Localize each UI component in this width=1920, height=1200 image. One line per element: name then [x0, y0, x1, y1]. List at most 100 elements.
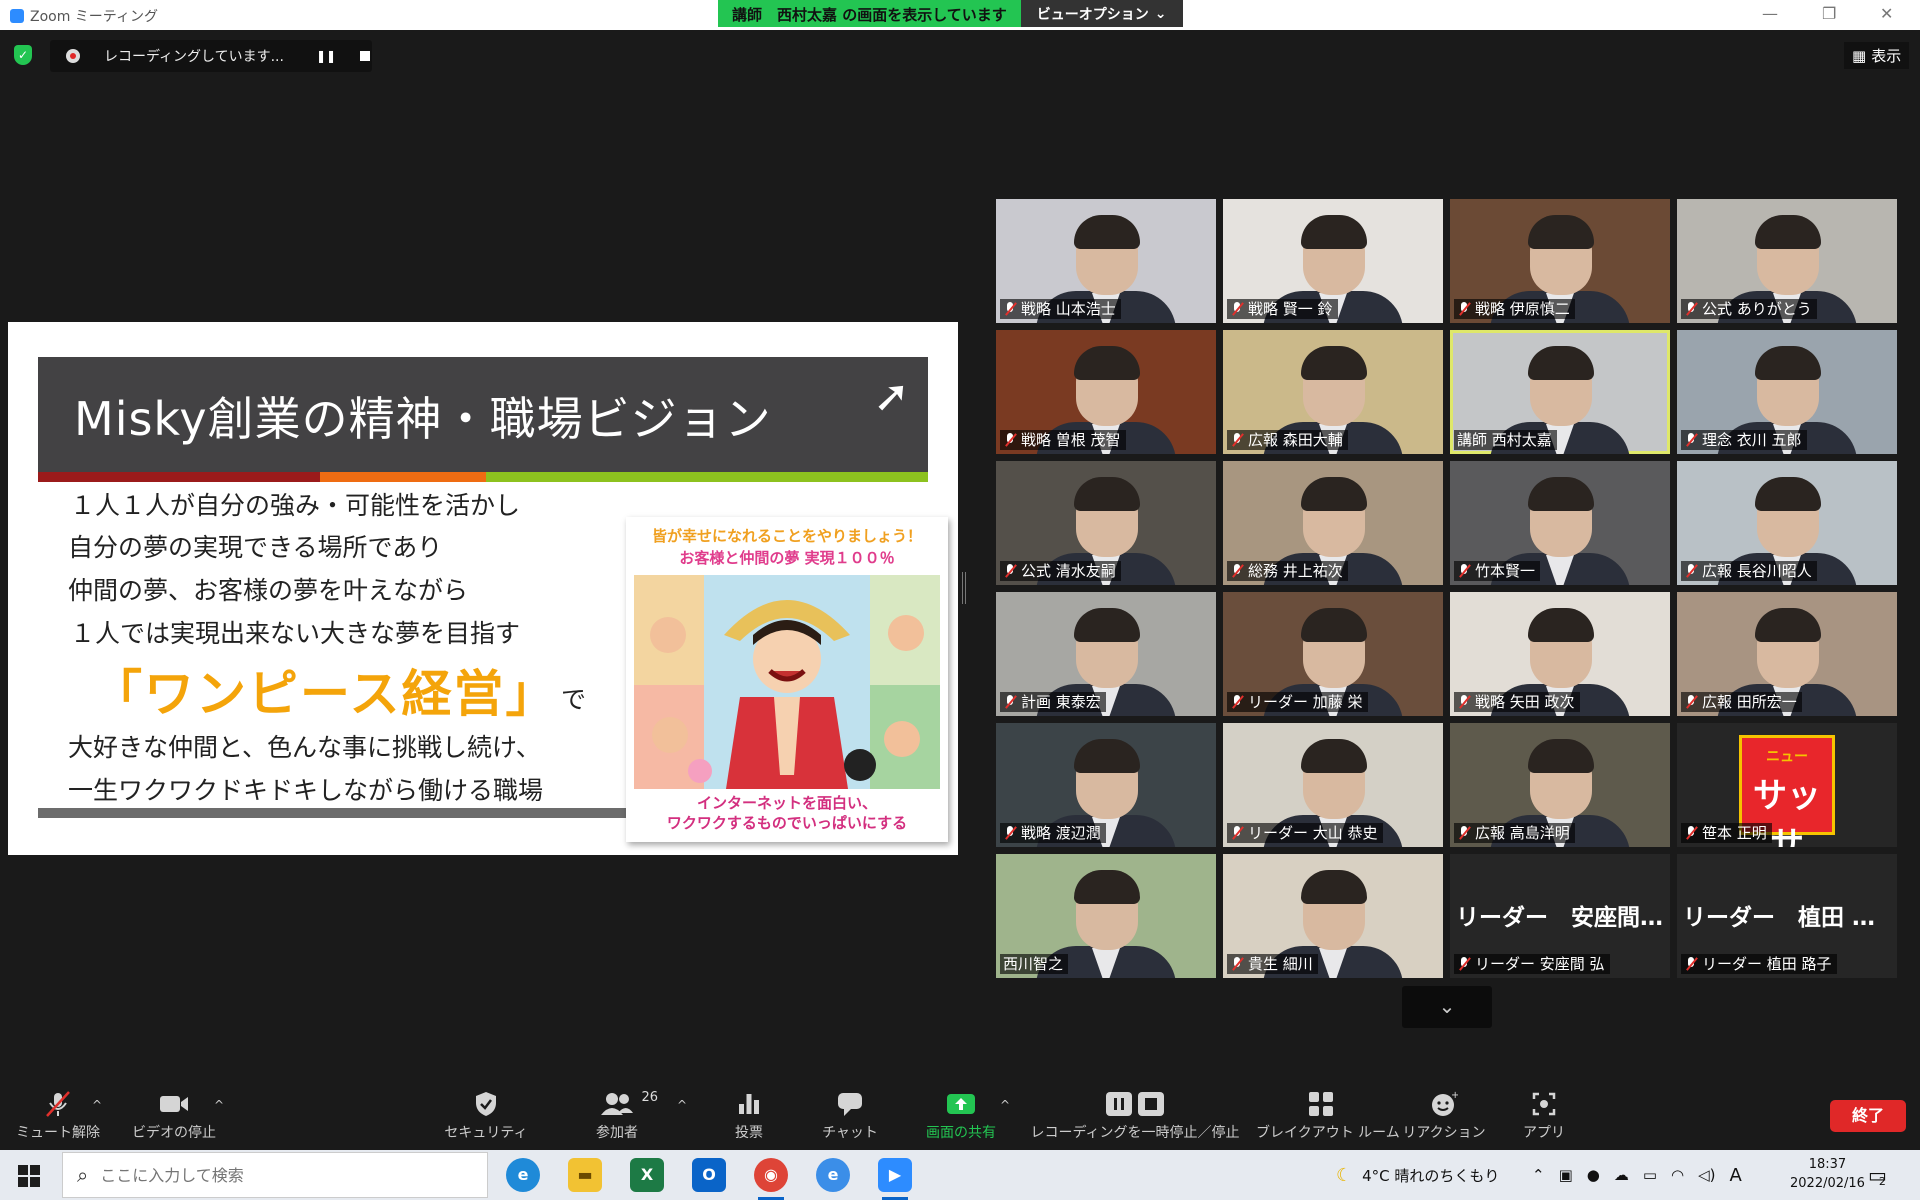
wifi-icon[interactable]: ◠: [1671, 1166, 1684, 1184]
participant-tile[interactable]: 西川智之: [996, 854, 1216, 978]
muted-mic-icon: [1684, 432, 1698, 448]
audio-options-caret[interactable]: ^: [92, 1098, 102, 1112]
taskbar-search[interactable]: ⌕: [62, 1152, 488, 1198]
participant-name: 広報 田所宏一: [1702, 693, 1797, 711]
participant-tile[interactable]: 広報 長谷川昭人: [1677, 461, 1897, 585]
file-explorer-icon[interactable]: ▬: [568, 1158, 602, 1192]
participant-tile[interactable]: 講師 西村太嘉: [1450, 330, 1670, 454]
muted-mic-icon: [1003, 301, 1017, 317]
battery-icon[interactable]: ▭: [1643, 1166, 1657, 1184]
slide-line: 仲間の夢、お客様の夢を叶えながら: [68, 576, 469, 605]
minimize-button[interactable]: —: [1762, 4, 1778, 23]
participant-tile[interactable]: 公式 清水友嗣: [996, 461, 1216, 585]
zoom-taskbar-icon[interactable]: ▶: [878, 1158, 912, 1200]
participant-tile[interactable]: 理念 衣川 五郎: [1677, 330, 1897, 454]
participant-tile[interactable]: リーダー 大山 恭史: [1223, 723, 1443, 847]
chat-button[interactable]: チャット: [818, 1086, 882, 1150]
muted-mic-icon: [1684, 563, 1698, 579]
chat-bubble-icon: [818, 1086, 882, 1122]
notifications-icon[interactable]: ▭ 2: [1868, 1150, 1887, 1200]
weather-widget[interactable]: ☾ 4°C 晴れのちくもり: [1336, 1150, 1499, 1200]
recording-control-label: レコーディングを一時停止／停止: [1030, 1125, 1240, 1141]
participant-name: 公式 ありがとう: [1702, 300, 1812, 318]
cloud-icon[interactable]: ☁: [1614, 1166, 1629, 1184]
view-layout-button[interactable]: ▦ 表示: [1844, 42, 1910, 69]
ime-indicator[interactable]: A: [1730, 1165, 1742, 1186]
video-person-hair: [1074, 608, 1140, 642]
participant-tile[interactable]: 総務 井上祐次: [1223, 461, 1443, 585]
camera-icon[interactable]: ▣: [1559, 1166, 1573, 1184]
restore-button[interactable]: ❐: [1822, 4, 1836, 23]
edge-icon[interactable]: e: [506, 1158, 540, 1192]
stripe-red: [38, 472, 320, 482]
participant-tile[interactable]: 戦略 伊原慎二: [1450, 199, 1670, 323]
stop-video-button[interactable]: ビデオの停止: [126, 1086, 222, 1150]
participant-tile[interactable]: リーダー 植田 路子 リーダー 植田 路子: [1677, 854, 1897, 978]
participant-tile[interactable]: 広報 森田大輔: [1223, 330, 1443, 454]
video-options-caret[interactable]: ^: [214, 1098, 224, 1112]
excel-icon[interactable]: X: [630, 1158, 664, 1192]
outlook-icon[interactable]: O: [692, 1158, 726, 1192]
participant-tile[interactable]: ニュー サッサ 笹本 正明: [1677, 723, 1897, 847]
muted-mic-icon: [1003, 432, 1017, 448]
participant-name-label: 公式 清水友嗣: [1000, 561, 1121, 581]
participants-options-caret[interactable]: ^: [677, 1098, 687, 1112]
video-person-hair: [1755, 608, 1821, 642]
chat-label: チャット: [822, 1125, 878, 1141]
participant-tile[interactable]: 戦略 渡辺潤: [996, 723, 1216, 847]
record-icon: [66, 49, 80, 63]
taskbar-clock[interactable]: 18:37 2022/02/16: [1790, 1155, 1865, 1193]
volume-icon[interactable]: ◁): [1698, 1166, 1715, 1184]
security-button[interactable]: セキュリティ: [444, 1086, 528, 1150]
participant-tile[interactable]: 計画 東泰宏: [996, 592, 1216, 716]
pause-recording-button[interactable]: ❚❚: [316, 49, 336, 63]
windows-start-icon[interactable]: [18, 1165, 40, 1187]
muted-mic-icon: [14, 1086, 102, 1122]
slide-header: Misky創業の精神・職場ビジョン ➚: [38, 357, 928, 472]
slide-line: 自分の夢の実現できる場所であり: [68, 533, 443, 562]
participant-tile[interactable]: 戦略 山本浩士: [996, 199, 1216, 323]
participant-tile[interactable]: 戦略 矢田 政次: [1450, 592, 1670, 716]
windows-taskbar: ⌕ e ▬ X O ◉ e ▶ ☾ 4°C 晴れのちくもり ⌃ ▣ ● ☁ ▭ …: [0, 1150, 1920, 1200]
apps-button[interactable]: アプリ: [1514, 1086, 1574, 1150]
microphone-icon[interactable]: ●: [1587, 1166, 1600, 1184]
share-banner: 講師 西村太嘉 の画面を表示しています ビューオプション ⌄: [718, 0, 1183, 27]
unmute-button[interactable]: ミュート解除: [14, 1086, 102, 1150]
breakout-rooms-button[interactable]: ブレイクアウト ルーム: [1256, 1086, 1400, 1150]
internet-explorer-icon[interactable]: e: [816, 1158, 850, 1192]
participant-tile[interactable]: 戦略 曽根 茂智: [996, 330, 1216, 454]
chrome-icon[interactable]: ◉: [754, 1158, 788, 1200]
reactions-button[interactable]: + リアクション: [1402, 1086, 1486, 1150]
participant-tile[interactable]: リーダー 加藤 栄: [1223, 592, 1443, 716]
view-options-button[interactable]: ビューオプション ⌄: [1020, 0, 1183, 27]
end-meeting-button[interactable]: 終了: [1830, 1100, 1906, 1132]
profile-picture: ニュー サッサ: [1739, 735, 1835, 847]
participant-tile[interactable]: 竹本賢一: [1450, 461, 1670, 585]
participant-tile[interactable]: リーダー 安座間 弘リーダー 安座間 弘: [1450, 854, 1670, 978]
clock-date: 2022/02/16: [1790, 1176, 1865, 1191]
security-shield-icon[interactable]: ✓: [14, 45, 32, 65]
participant-tile[interactable]: 公式 ありがとう: [1677, 199, 1897, 323]
participant-name-label: リーダー 加藤 栄: [1227, 692, 1368, 712]
participant-tile[interactable]: 広報 田所宏一: [1677, 592, 1897, 716]
polls-button[interactable]: 投票: [718, 1086, 780, 1150]
video-person-hair: [1755, 215, 1821, 249]
gallery-next-page-button[interactable]: ⌄: [1402, 986, 1492, 1028]
chevron-up-icon[interactable]: ⌃: [1532, 1166, 1545, 1184]
stop-recording-button[interactable]: [360, 51, 371, 61]
close-button[interactable]: ✕: [1880, 4, 1893, 23]
participant-tile[interactable]: 広報 高島洋明: [1450, 723, 1670, 847]
participant-name-label: 戦略 山本浩士: [1000, 299, 1121, 319]
participant-tile[interactable]: 貴生 細川: [1223, 854, 1443, 978]
participant-tile[interactable]: 戦略 賢一 鈴: [1223, 199, 1443, 323]
slide-line: １人１人が自分の強み・可能性を活かし: [70, 491, 521, 520]
taskbar-search-input[interactable]: [100, 1165, 461, 1185]
participant-name-label: 広報 高島洋明: [1454, 823, 1575, 843]
share-options-caret[interactable]: ^: [1000, 1098, 1010, 1112]
video-person-hair: [1074, 739, 1140, 773]
pause-stop-recording-button[interactable]: レコーディングを一時停止／停止: [1030, 1086, 1240, 1150]
participants-button[interactable]: 26 参加者: [584, 1086, 658, 1150]
share-screen-button[interactable]: 画面の共有: [916, 1086, 1006, 1150]
muted-mic-icon: [1230, 432, 1244, 448]
split-view-handle[interactable]: [962, 572, 966, 604]
